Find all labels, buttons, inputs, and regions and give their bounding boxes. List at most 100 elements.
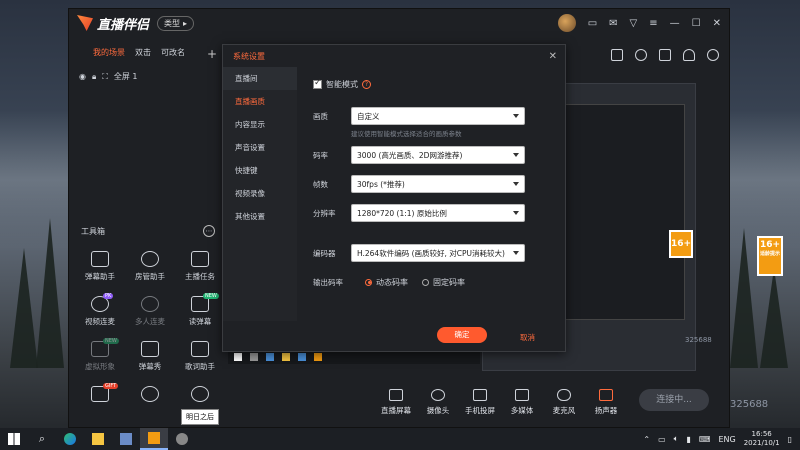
maximize-icon[interactable]: ☐ <box>692 18 701 29</box>
screen-source-button[interactable]: 直播屏幕 <box>375 388 417 416</box>
minimize-icon[interactable]: — <box>670 18 680 29</box>
encoder-select[interactable]: H.264软件编码 (画质较好, 对CPU消耗较大) <box>351 244 525 262</box>
edge-icon[interactable] <box>56 428 84 450</box>
windows-start-icon[interactable] <box>0 428 28 450</box>
tool-danmu-show[interactable]: 弹幕秀 <box>125 341 175 372</box>
nav-sound[interactable]: 声音设置 <box>223 136 297 159</box>
resolution-row: 分辨率 1280*720 (1:1) 原始比例 <box>313 204 551 222</box>
age-badge-text: 16+ <box>759 240 781 250</box>
toolbox-grid: 弹幕助手 房管助手 主播任务 PK 视频连麦 多人连麦 NEW 读弹幕 NEW 虚拟形… <box>75 251 225 402</box>
keyboard-icon[interactable]: ⌨ <box>699 435 711 444</box>
lock-icon[interactable]: 🔒︎ <box>92 72 96 82</box>
nav-other[interactable]: 其他设置 <box>223 205 297 228</box>
tool-gift[interactable]: GIFT <box>75 383 125 402</box>
title-bar: 直播伴侣 类型 ▸ ▭ ✉ ▽ ≡ — ☐ ✕ <box>69 9 729 37</box>
cancel-button[interactable]: 取消 <box>520 332 535 343</box>
fixed-rate-radio[interactable] <box>422 278 429 286</box>
nav-live-room[interactable]: 直播间 <box>223 67 297 90</box>
nav-content-display[interactable]: 内容显示 <box>223 113 297 136</box>
tool-label: 虚拟形象 <box>85 362 115 371</box>
filter-icon[interactable]: ▽ <box>630 18 638 29</box>
volume-icon[interactable]: 🔈︎ <box>674 434 679 444</box>
tool-label: 主播任务 <box>185 272 215 281</box>
mic-icon[interactable]: ▮ <box>686 435 690 444</box>
type-button[interactable]: 类型 ▸ <box>157 15 195 31</box>
tool-label: 直播屏幕 <box>381 405 411 415</box>
phone-cast-button[interactable]: 手机投屏 <box>459 388 501 416</box>
tab-rename[interactable]: 可改名 <box>161 47 185 61</box>
record-icon[interactable] <box>635 49 647 61</box>
quality-select[interactable]: 自定义 <box>351 107 525 125</box>
folder-icon <box>282 353 290 361</box>
nav-hotkeys[interactable]: 快捷键 <box>223 159 297 182</box>
tool-label: 手机投屏 <box>465 405 495 415</box>
group-icon <box>141 296 159 312</box>
live-companion-taskbar-icon[interactable] <box>140 428 168 450</box>
toolbox-header: 工具箱 ⋯ <box>81 225 215 237</box>
add-scene-icon[interactable]: + <box>207 47 217 61</box>
nav-recording[interactable]: 视频录像 <box>223 182 297 205</box>
language-indicator[interactable]: ENG <box>718 435 735 444</box>
menu-icon[interactable]: ≡ <box>649 18 657 29</box>
task-icon <box>191 251 209 267</box>
clock[interactable]: 16:56 2021/10/1 <box>744 430 780 448</box>
new-badge: NEW <box>203 293 219 299</box>
fps-select[interactable]: 30fps (*推荐) <box>351 175 525 193</box>
fullscreen-icon: ⛶ <box>102 71 108 81</box>
nav-live-quality[interactable]: 直播画质 <box>223 90 297 113</box>
go-live-button[interactable]: 连接中... <box>639 389 709 411</box>
smart-mode-row: 智能模式 ? <box>313 75 551 93</box>
message-icon[interactable]: ✉ <box>609 18 617 29</box>
media-button[interactable]: 多媒体 <box>501 388 543 416</box>
close-icon[interactable]: ✕ <box>549 51 557 62</box>
network-app-icon[interactable] <box>112 428 140 450</box>
avatar[interactable] <box>557 14 576 32</box>
notification-icon[interactable]: ▯ <box>788 435 792 444</box>
bitrate-label: 码率 <box>313 150 328 160</box>
file-explorer-icon[interactable] <box>84 428 112 450</box>
smart-mode-checkbox[interactable] <box>313 78 322 89</box>
age-badge-caption: 适龄提示 <box>759 251 780 257</box>
tool-multi-link: 多人连麦 <box>125 296 175 327</box>
chevron-up-icon[interactable]: ⌃ <box>643 435 650 444</box>
search-icon[interactable]: ⌕ <box>28 428 56 450</box>
tool-label: 麦克风 <box>552 405 576 415</box>
tool-download[interactable] <box>125 386 175 402</box>
help-icon[interactable]: ? <box>362 79 371 89</box>
tool-room-admin[interactable]: 房管助手 <box>125 251 175 282</box>
tool-host-task[interactable]: 主播任务 <box>175 251 225 282</box>
tab-double-click[interactable]: 双击 <box>135 47 151 61</box>
source-item[interactable]: ◉ 🔒︎ ⛶ 全屏 1 <box>69 61 225 82</box>
tool-lyrics[interactable]: 歌词助手 <box>175 341 225 372</box>
share-icon[interactable] <box>707 49 719 61</box>
bitrate-select[interactable]: 3000 (高光画质、2D网游推荐) <box>351 146 525 164</box>
network-icon[interactable]: ▭ <box>658 435 666 444</box>
more-icon[interactable]: ⋯ <box>203 225 215 237</box>
quality-row: 画质 自定义 <box>313 107 551 125</box>
tab-my-scenes[interactable]: 我的场景 <box>93 47 125 61</box>
bell-icon[interactable] <box>683 49 695 61</box>
monitor-icon[interactable]: ▭ <box>588 18 597 29</box>
tool-label: 房管助手 <box>135 272 165 281</box>
resolution-select[interactable]: 1280*720 (1:1) 原始比例 <box>351 204 525 222</box>
game-taskbar-icon[interactable] <box>168 428 196 450</box>
new-badge: NEW <box>103 338 119 344</box>
image-icon[interactable] <box>659 49 671 61</box>
ok-button[interactable]: 确定 <box>437 327 487 343</box>
tool-virtual-avatar[interactable]: NEW 虚拟形象 <box>75 338 125 372</box>
close-icon[interactable]: ✕ <box>713 18 721 29</box>
tool-extra[interactable] <box>175 386 225 402</box>
camera-button[interactable]: 摄像头 <box>417 388 459 416</box>
microphone-button[interactable]: 麦克风 <box>543 388 585 416</box>
quality-hint: 建议使用智能模式选择适合的画质参数 <box>351 130 462 138</box>
windows-taskbar: ⌕ ⌃ ▭ 🔈︎ ▮ ⌨ ENG 16:56 2021/10/1 ▯ <box>0 428 800 450</box>
eye-icon[interactable]: ◉ <box>79 72 86 81</box>
dynamic-rate-radio[interactable] <box>365 278 372 286</box>
layout-icon[interactable] <box>611 49 623 61</box>
speaker-button[interactable]: 扬声器 <box>585 388 627 416</box>
tool-read-danmu[interactable]: NEW 读弹幕 <box>175 293 225 327</box>
tool-video-link[interactable]: PK 视频连麦 <box>75 293 125 327</box>
tool-label: 扬声器 <box>594 405 618 415</box>
user-icon <box>141 251 159 267</box>
tool-danmu-assistant[interactable]: 弹幕助手 <box>75 251 125 282</box>
